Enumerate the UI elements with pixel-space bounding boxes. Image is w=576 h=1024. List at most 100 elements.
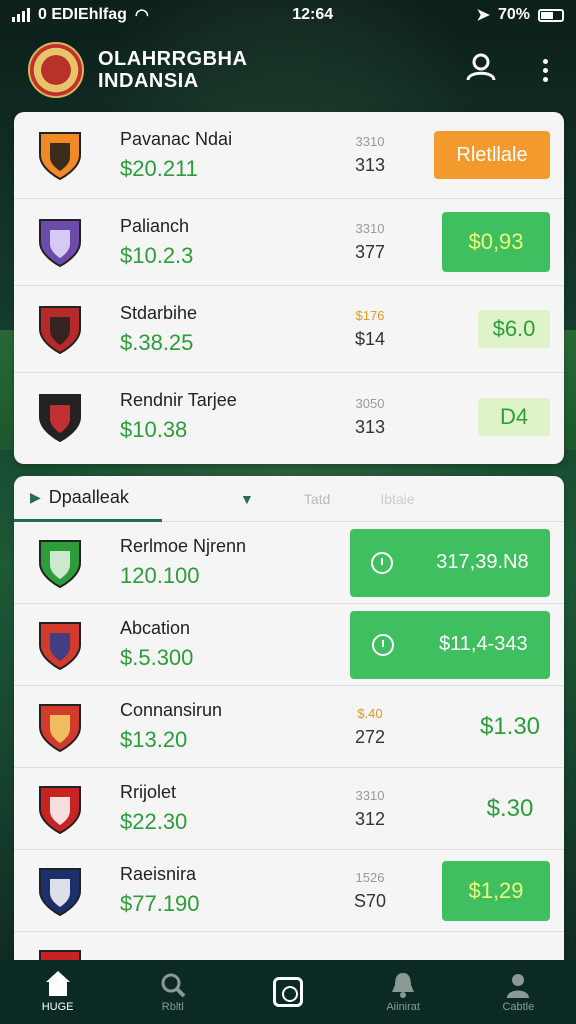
users-icon[interactable]	[465, 53, 497, 88]
team-price: $13.20	[120, 727, 188, 752]
team-crest-icon	[36, 303, 84, 355]
team-stats: $176 $14	[340, 308, 400, 350]
status-bar: 0 EDIEhlfag ◠ 12:64 ➤ 70%	[0, 0, 576, 30]
price-action-button[interactable]: $1.30	[470, 707, 550, 747]
team-crest-icon	[36, 391, 84, 443]
team-stats: 3050 313	[340, 396, 400, 438]
team-info: Rrijolet $22.30	[120, 782, 310, 835]
bottom-navigation: HUGE Rbltl Aiinirat Cabtle	[0, 960, 576, 1024]
tab-label: Dpaalleak	[48, 486, 129, 507]
stat-bottom: 377	[354, 242, 386, 262]
team-info: Palianch $10.2.3	[120, 216, 310, 269]
stat-bottom: 312	[354, 808, 386, 829]
price-action-button[interactable]: $0,93	[442, 212, 550, 272]
team-stats: 1526 S70	[340, 870, 400, 912]
stat-top: 3050	[355, 395, 385, 411]
price-action-button[interactable]: Rletllale	[434, 131, 550, 179]
list-tabs: ▶ Dpaalleak ▼ Tatd Ibtaie	[14, 476, 564, 522]
team-info: Connansirun $13.20	[120, 700, 310, 753]
record-icon	[272, 977, 303, 1007]
team-crest-icon	[36, 619, 84, 671]
nav-alerts[interactable]: Aiinirat	[353, 971, 453, 1013]
price-action-button[interactable]: $1,29	[442, 860, 550, 921]
team-stats: 3310 377	[340, 221, 400, 263]
team-name: Rerlmoe Njrenn	[120, 536, 247, 556]
column-header-2[interactable]: Tatd	[304, 491, 330, 507]
team-row[interactable]: Abcation$.5.3003300311$11,4-343	[14, 604, 564, 686]
chevron-down-icon[interactable]: ▼	[240, 491, 254, 507]
app-title-line2: INDANSIA	[98, 70, 199, 92]
team-crest-icon	[36, 216, 84, 268]
stat-top: $.40	[357, 705, 383, 721]
team-row[interactable]: Stdarbihe $.38.25 $176 $14 $6.0	[14, 286, 564, 373]
team-name: Pavanac Ndai	[120, 128, 233, 149]
team-info: Rendnir Tarjee $10.38	[120, 390, 310, 443]
stat-bottom: S70	[353, 890, 387, 911]
nav-search[interactable]: Rbltl	[123, 971, 223, 1013]
nav-profile[interactable]: Cabtle	[468, 971, 568, 1013]
stat-top: 3310	[355, 221, 385, 236]
team-row[interactable]: Connansirun $13.20 $.40 272 $1.30	[14, 686, 564, 768]
team-price: $22.30	[120, 809, 188, 834]
signal-icon	[12, 8, 30, 22]
team-row[interactable]: Rerlmoe Njrenn120.1003310313317,39.N8	[14, 522, 564, 604]
battery-icon	[537, 8, 564, 22]
team-price: $77.190	[120, 891, 200, 916]
wifi-icon: ◠	[134, 7, 149, 24]
team-row[interactable]: Rrijolet $22.30 3310 312 $.30	[14, 768, 564, 850]
stat-bottom: $14	[354, 329, 386, 349]
clock-text: 12:64	[292, 6, 334, 23]
team-row[interactable]: Palianch $10.2.3 3310 377 $0,93	[14, 199, 564, 286]
nav-label: Rbltl	[161, 1001, 184, 1013]
home-icon	[44, 971, 72, 997]
stat-bottom: 272	[354, 726, 386, 747]
team-crest-icon	[36, 783, 84, 835]
team-crest-icon	[36, 701, 84, 753]
team-row[interactable]: Rendnir Tarjee $10.38 3050 313 D4	[14, 373, 564, 460]
action-label: 317,39.N8	[436, 551, 529, 573]
team-name: Connansirun	[120, 700, 223, 720]
app-logo	[28, 42, 84, 98]
nav-home[interactable]: HUGE	[8, 971, 108, 1013]
app-title: OLAHRRGBHA INDANSIA	[98, 48, 247, 92]
team-name: Stdarbihe	[120, 302, 198, 323]
team-info: Pavanac Ndai $20.211	[120, 129, 310, 182]
app-header: OLAHRRGBHA INDANSIA	[0, 30, 576, 110]
price-action-button[interactable]: D4	[478, 397, 550, 436]
stat-bottom: 313	[354, 416, 386, 437]
column-header-3[interactable]: Ibtaie	[380, 491, 414, 507]
team-info: Rerlmoe Njrenn 120.100	[120, 536, 310, 589]
tab-dpaalleak[interactable]: ▶ Dpaalleak	[14, 476, 162, 522]
bell-icon	[390, 971, 416, 999]
team-row[interactable]: Raeisnira $77.190 1526 S70 $1,29	[14, 850, 564, 932]
team-price: $10.2.3	[120, 242, 194, 268]
stat-top: 3310	[355, 787, 385, 803]
more-menu-icon[interactable]	[543, 58, 548, 82]
bookmark-icon: ▶	[30, 488, 41, 505]
price-action-button[interactable]: 317,39.N8	[350, 528, 550, 597]
team-name: Raeisnira	[120, 864, 197, 884]
team-info: Abcation $.5.300	[120, 618, 310, 671]
team-info: Raeisnira $77.190	[120, 864, 310, 917]
clock-icon	[372, 633, 395, 656]
nav-label: Aiinirat	[386, 1001, 420, 1013]
team-info: Stdarbihe $.38.25	[120, 303, 310, 356]
stat-bottom: 313	[354, 155, 386, 175]
team-price: $.38.25	[120, 329, 194, 355]
team-stats: 3310 312	[340, 788, 400, 830]
action-label: $11,4-343	[439, 633, 528, 655]
price-action-button[interactable]: $11,4-343	[350, 610, 550, 679]
price-action-button[interactable]: $6.0	[478, 310, 550, 348]
stat-top: 3310	[355, 134, 385, 149]
nav-record[interactable]	[238, 977, 338, 1007]
team-crest-icon	[36, 865, 84, 917]
price-action-button[interactable]: $.30	[470, 789, 550, 829]
stat-top: 1526	[355, 869, 385, 885]
team-market-card: Pavanac Ndai $20.211 3310 313 Rletllale Palia…	[14, 112, 564, 464]
app-title-line1: OLAHRRGBHA	[98, 48, 248, 70]
clock-icon	[371, 551, 394, 574]
location-icon: ➤	[476, 7, 490, 24]
battery-text: 70%	[497, 6, 530, 23]
team-row[interactable]: Pavanac Ndai $20.211 3310 313 Rletllale	[14, 112, 564, 199]
nav-label: Cabtle	[502, 1001, 535, 1013]
